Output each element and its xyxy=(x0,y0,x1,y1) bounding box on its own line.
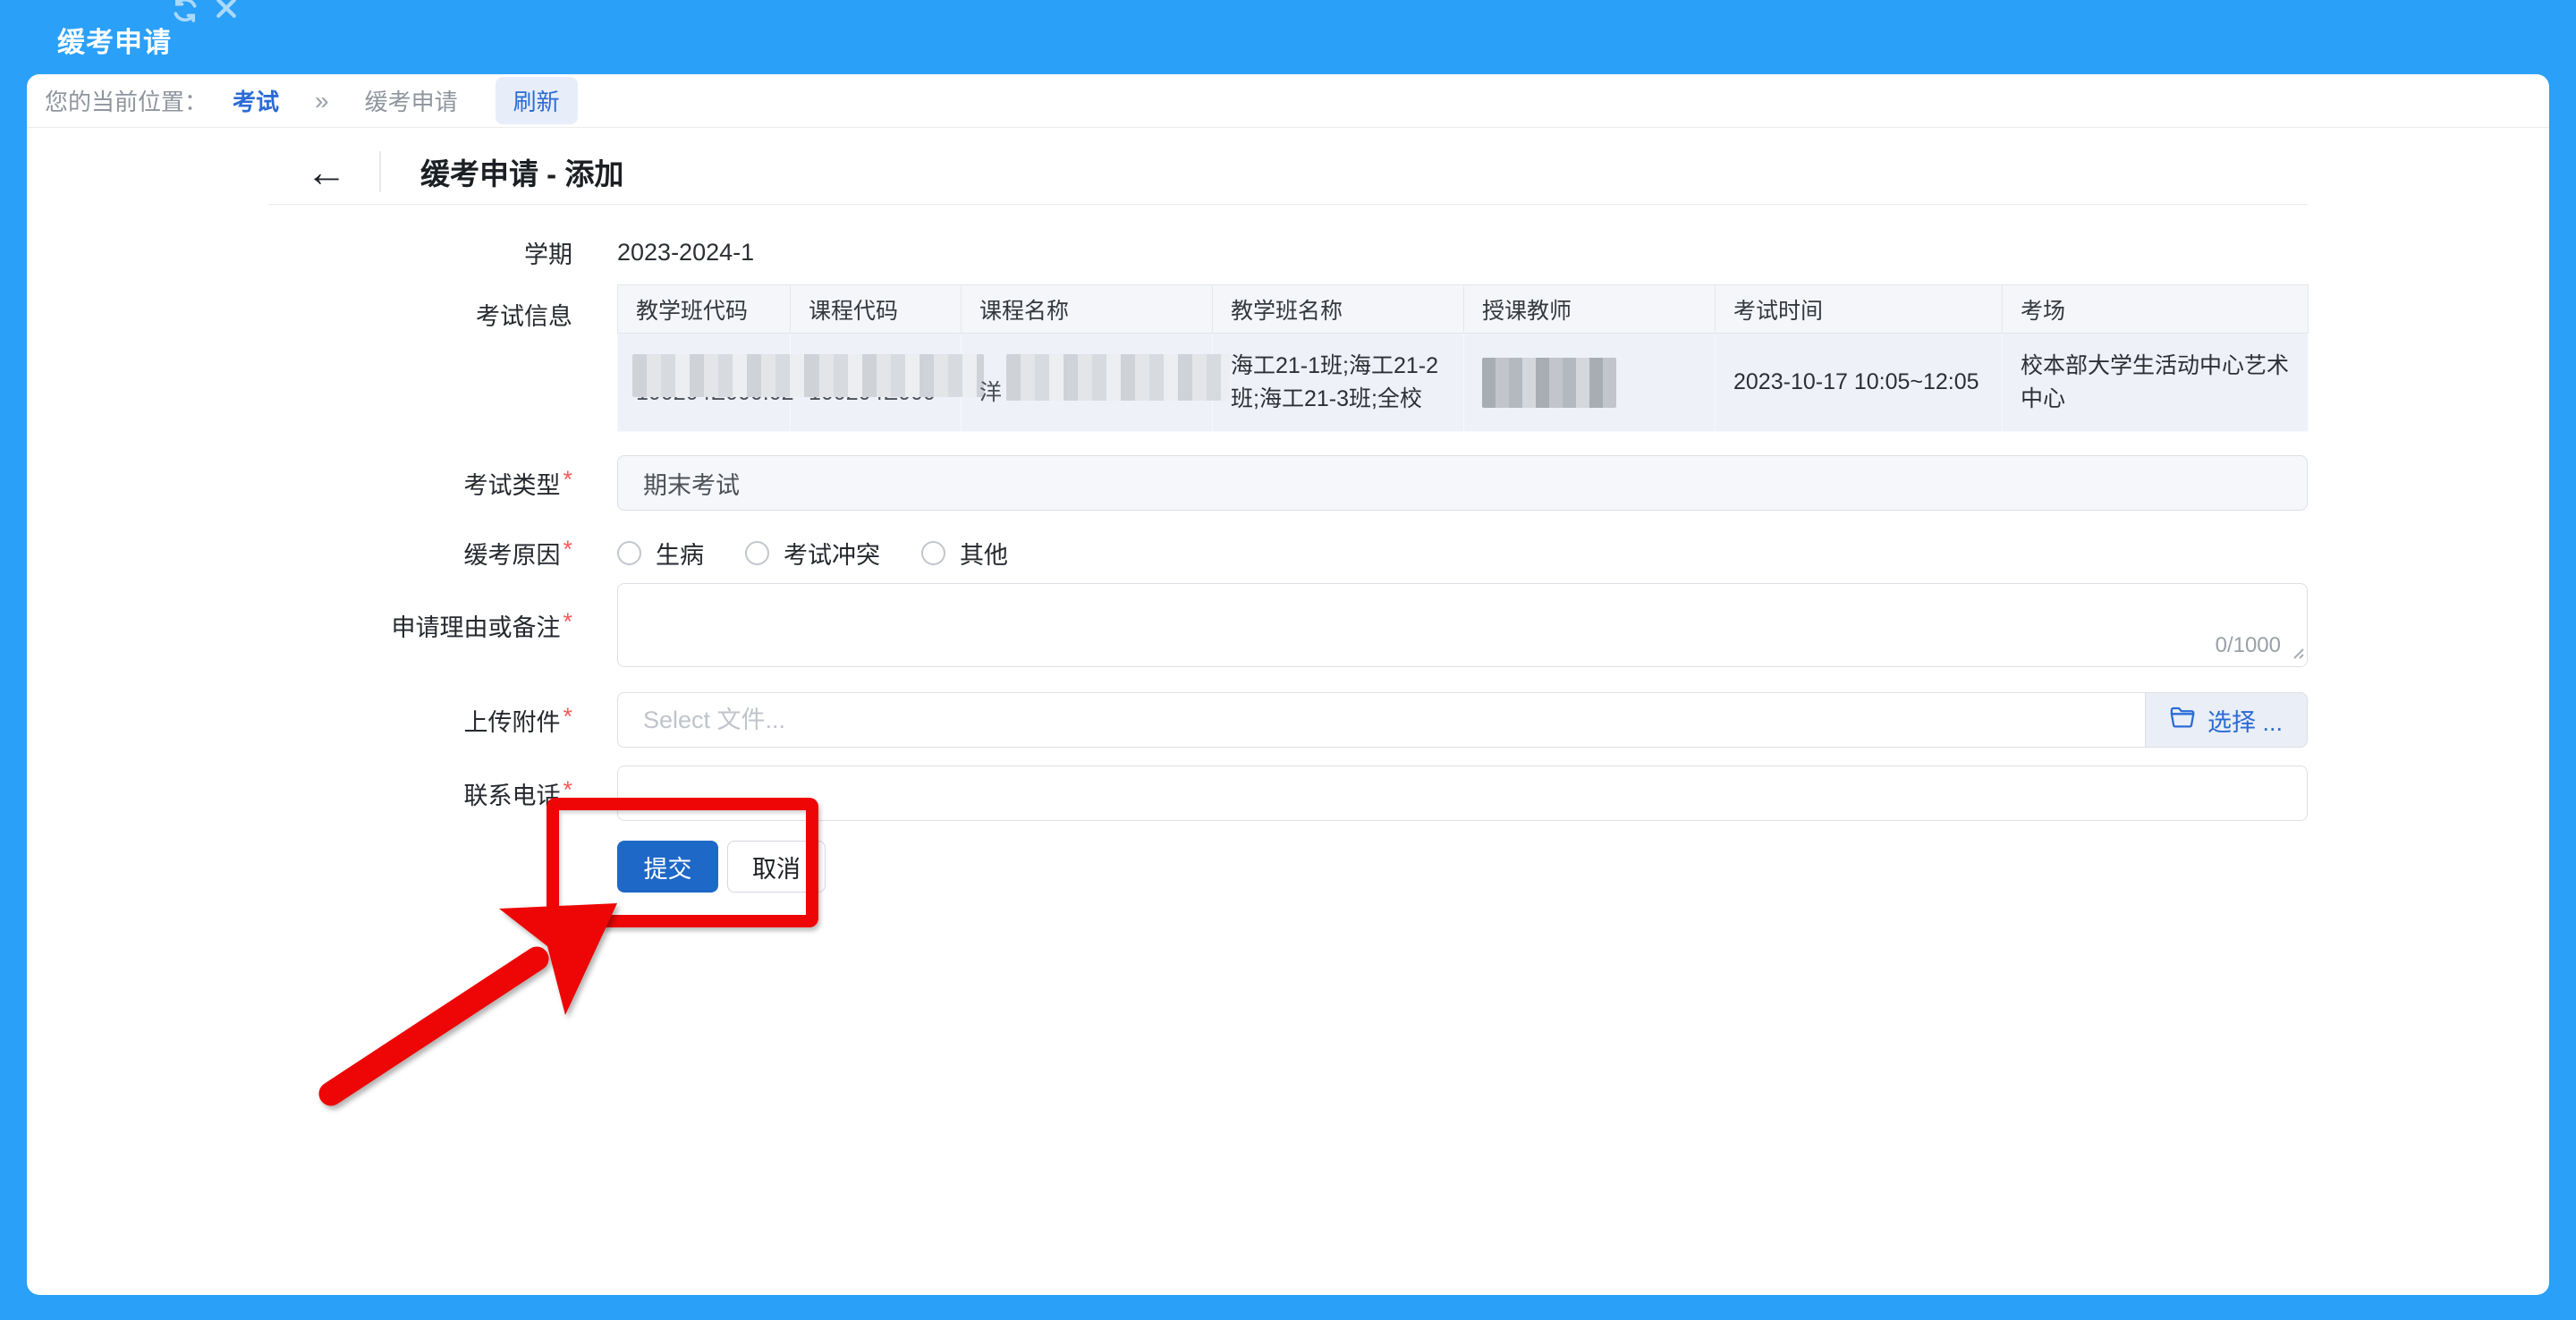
required-mark: * xyxy=(563,608,572,635)
cell-exam-room: 校本部大学生活动中心艺术中心 xyxy=(2003,334,2309,432)
cell-course-code: 100204E000 xyxy=(791,334,962,432)
redaction-block xyxy=(1482,358,1616,408)
required-mark: * xyxy=(563,703,572,730)
required-mark: * xyxy=(563,536,572,563)
radio-icon[interactable] xyxy=(745,541,769,565)
required-mark: * xyxy=(563,776,572,803)
remark-row: 申请理由或备注* 0/1000 xyxy=(268,583,2308,667)
cell-teacher xyxy=(1464,334,1716,432)
table-header-row: 教学班代码 课程代码 课程名称 教学班名称 授课教师 考试时间 考场 xyxy=(618,285,2309,334)
upload-filename-input[interactable] xyxy=(617,692,2145,748)
phone-label: 联系电话* xyxy=(268,776,572,811)
choose-file-button[interactable]: 选择 ... xyxy=(2145,692,2308,748)
col-teacher: 授课教师 xyxy=(1464,285,1716,334)
col-course-name: 课程名称 xyxy=(962,285,1213,334)
phone-row: 联系电话* xyxy=(268,766,2308,821)
redaction-block xyxy=(1006,354,1230,401)
semester-row: 学期 2023-2024-1 xyxy=(268,235,2308,270)
semester-value: 2023-2024-1 xyxy=(617,239,2308,267)
redaction-block xyxy=(632,354,826,397)
cell-exam-time: 2023-10-17 10:05~12:05 xyxy=(1716,334,2003,432)
reason-label: 缓考原因* xyxy=(268,536,572,571)
phone-input[interactable] xyxy=(617,766,2308,821)
exam-type-field: 期末考试 xyxy=(617,455,2308,511)
cell-course-name: 洋 xyxy=(962,334,1213,432)
cancel-button[interactable]: 取消 xyxy=(727,841,826,893)
remark-textarea[interactable] xyxy=(617,583,2308,667)
breadcrumb-prefix: 您的当前位置： xyxy=(45,84,208,117)
breadcrumb-level2: 缓考申请 xyxy=(365,84,458,117)
form-container: ← 缓考申请 - 添加 学期 2023-2024-1 考试信息 教学班代码 xyxy=(268,139,2308,893)
radio-sick[interactable]: 生病 xyxy=(617,536,704,571)
screen: 缓考申请 您的当前位置： 考试 » 缓考申请 刷新 ← 缓考申请 - 添加 学期… xyxy=(0,0,2576,1320)
breadcrumb-level1[interactable]: 考试 xyxy=(233,84,279,117)
exam-type-label: 考试类型* xyxy=(268,466,572,501)
radio-icon[interactable] xyxy=(617,541,641,565)
refresh-button[interactable]: 刷新 xyxy=(496,77,578,124)
table-row: 100204E000.02 100204E000 xyxy=(618,334,2309,432)
exam-info-row: 考试信息 教学班代码 课程代码 课程名称 教学班名称 授课教师 考试时间 xyxy=(268,284,2308,432)
window-title: 缓考申请 xyxy=(57,20,172,60)
back-button[interactable]: ← xyxy=(306,151,347,192)
refresh-icon[interactable] xyxy=(170,0,200,25)
resize-grip-icon[interactable] xyxy=(2287,642,2305,664)
remark-label: 申请理由或备注* xyxy=(268,608,572,643)
radio-exam-conflict[interactable]: 考试冲突 xyxy=(745,536,880,571)
upload-row: 上传附件* 选择 ... xyxy=(268,692,2308,748)
reason-row: 缓考原因* 生病 考试冲突 其他 xyxy=(268,536,2308,571)
col-teaching-class-code: 教学班代码 xyxy=(618,285,791,334)
exam-type-row: 考试类型* 期末考试 xyxy=(268,455,2308,511)
exam-info-label: 考试信息 xyxy=(268,284,572,432)
col-exam-time: 考试时间 xyxy=(1716,285,2003,334)
page-title: 缓考申请 - 添加 xyxy=(420,150,623,193)
char-counter: 0/1000 xyxy=(2216,633,2281,658)
title-divider xyxy=(379,151,381,192)
breadcrumb-separator-icon: » xyxy=(315,87,329,115)
cell-teaching-class-code: 100204E000.02 xyxy=(618,334,791,432)
breadcrumb: 您的当前位置： 考试 » 缓考申请 刷新 xyxy=(27,74,2549,128)
col-exam-room: 考场 xyxy=(2003,285,2309,334)
submit-button[interactable]: 提交 xyxy=(617,841,718,893)
close-icon[interactable] xyxy=(213,0,240,25)
actions-row: 提交 取消 xyxy=(268,841,2308,893)
required-mark: * xyxy=(563,466,572,493)
upload-label: 上传附件* xyxy=(268,703,572,738)
col-course-code: 课程代码 xyxy=(791,285,962,334)
col-class-names: 教学班名称 xyxy=(1213,285,1464,334)
page-title-row: ← 缓考申请 - 添加 xyxy=(268,139,2308,205)
exam-info-table: 教学班代码 课程代码 课程名称 教学班名称 授课教师 考试时间 考场 xyxy=(617,284,2309,432)
cell-class-names: 海工21-1班;海工21-2班;海工21-3班;全校 xyxy=(1213,334,1464,432)
window-titlebar: 缓考申请 xyxy=(0,0,2576,74)
radio-other[interactable]: 其他 xyxy=(921,536,1008,571)
folder-icon xyxy=(2170,706,2197,735)
radio-icon[interactable] xyxy=(921,541,945,565)
redaction-block xyxy=(805,354,984,397)
semester-label: 学期 xyxy=(268,235,572,270)
